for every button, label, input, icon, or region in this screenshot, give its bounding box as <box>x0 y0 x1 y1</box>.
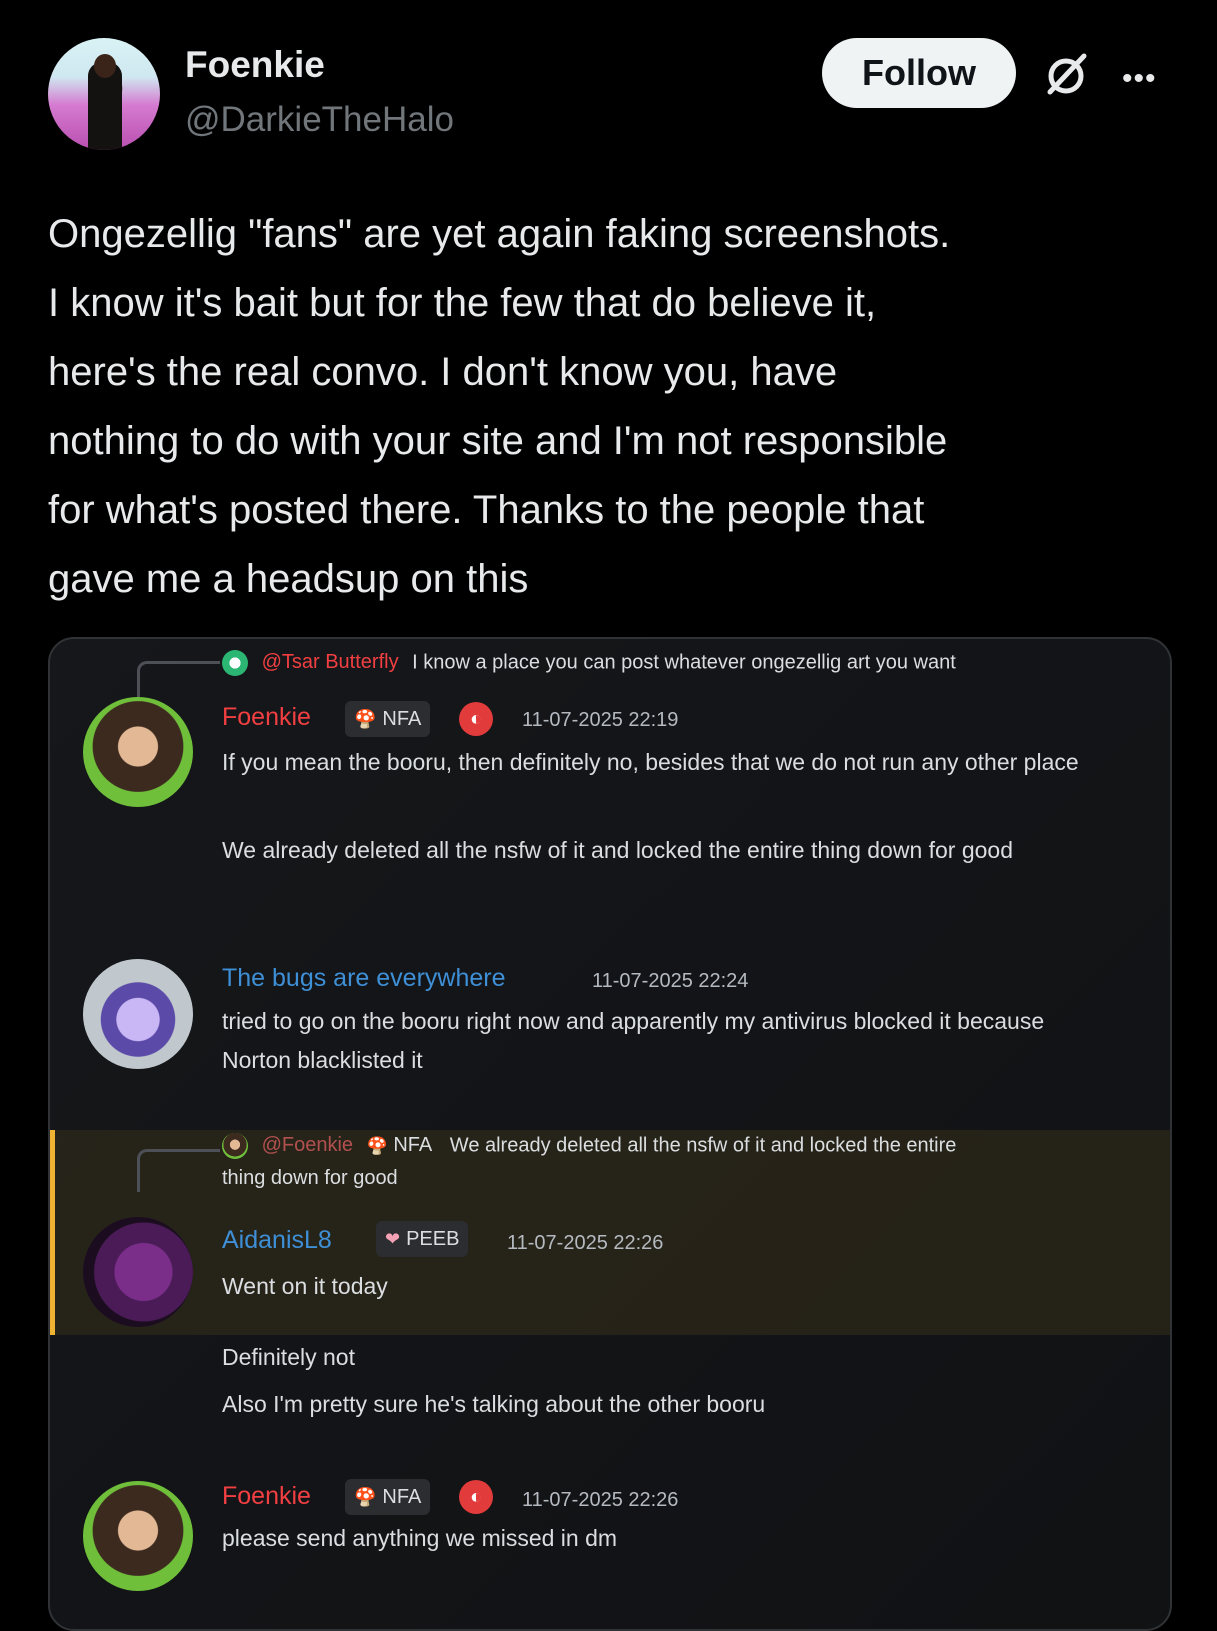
badge-label: NFA <box>393 1134 433 1157</box>
grok-icon[interactable] <box>1040 48 1092 100</box>
badge-label: NFA <box>382 707 422 730</box>
avatar[interactable] <box>83 697 193 807</box>
mini-avatar <box>222 650 248 676</box>
badge-label: NFA <box>382 1485 422 1508</box>
reply-reference[interactable]: @Tsar Butterfly I know a place you can p… <box>222 650 956 676</box>
badge-label: PEEB <box>406 1227 460 1250</box>
role-badge: ❤ PEEB <box>376 1221 469 1257</box>
mushroom-icon: 🍄 <box>366 1136 388 1156</box>
heart-icon: ❤ <box>385 1228 401 1249</box>
username[interactable]: The bugs are everywhere <box>222 964 505 993</box>
author-name[interactable]: Foenkie <box>185 44 325 86</box>
message-text: tried to go on the booru right now and a… <box>222 1008 1045 1073</box>
timestamp: 11-07-2025 22:26 <box>522 1489 679 1511</box>
reply-connector <box>137 1149 220 1192</box>
timestamp: 11-07-2025 22:24 <box>592 970 749 992</box>
message-text: please send anything we missed in dm <box>222 1525 618 1551</box>
message-text: If you mean the booru, then definitely n… <box>222 749 1079 775</box>
role-badge: 🍄 NFA <box>345 701 431 737</box>
reply-reference[interactable]: @Foenkie 🍄 NFA We already deleted all th… <box>222 1133 956 1159</box>
follow-button[interactable]: Follow <box>822 38 1016 108</box>
mini-avatar <box>222 1133 248 1159</box>
reply-text: We already deleted all the nsfw of it an… <box>449 1134 957 1157</box>
avatar[interactable] <box>83 1481 193 1591</box>
role-icon: ◐ <box>459 702 493 736</box>
mushroom-icon: 🍄 <box>354 708 377 729</box>
timestamp: 11-07-2025 22:26 <box>507 1232 664 1254</box>
avatar[interactable] <box>83 959 193 1069</box>
message-text: Went on it today <box>222 1273 388 1299</box>
author-avatar[interactable] <box>48 38 160 150</box>
reply-text-continued: thing down for good <box>222 1167 398 1189</box>
username[interactable]: AidanisL8 <box>222 1226 332 1255</box>
reply-mention[interactable]: @Tsar Butterfly <box>262 651 399 673</box>
reply-text: I know a place you can post whatever ong… <box>412 651 956 674</box>
tweet-text: Ongezellig "fans" are yet again faking s… <box>48 212 951 601</box>
message-text: Definitely not <box>222 1344 355 1370</box>
message-text: Also I'm pretty sure he's talking about … <box>222 1391 766 1417</box>
author-handle[interactable]: @DarkieTheHalo <box>185 100 454 140</box>
reply-mention[interactable]: @Foenkie <box>262 1134 353 1156</box>
role-badge: 🍄 NFA <box>345 1479 431 1515</box>
role-icon: ◐ <box>459 1480 493 1514</box>
more-icon[interactable]: ••• <box>1122 62 1157 96</box>
discord-conversation: @Tsar Butterfly I know a place you can p… <box>50 639 1170 1629</box>
avatar[interactable] <box>83 1217 193 1327</box>
username[interactable]: Foenkie <box>222 1482 311 1511</box>
avatar-head <box>94 54 116 78</box>
embedded-screenshot[interactable]: @Tsar Butterfly I know a place you can p… <box>48 637 1172 1631</box>
mushroom-icon: 🍄 <box>354 1486 377 1507</box>
username[interactable]: Foenkie <box>222 703 311 732</box>
message-text: We already deleted all the nsfw of it an… <box>222 837 1014 863</box>
timestamp: 11-07-2025 22:19 <box>522 709 679 731</box>
